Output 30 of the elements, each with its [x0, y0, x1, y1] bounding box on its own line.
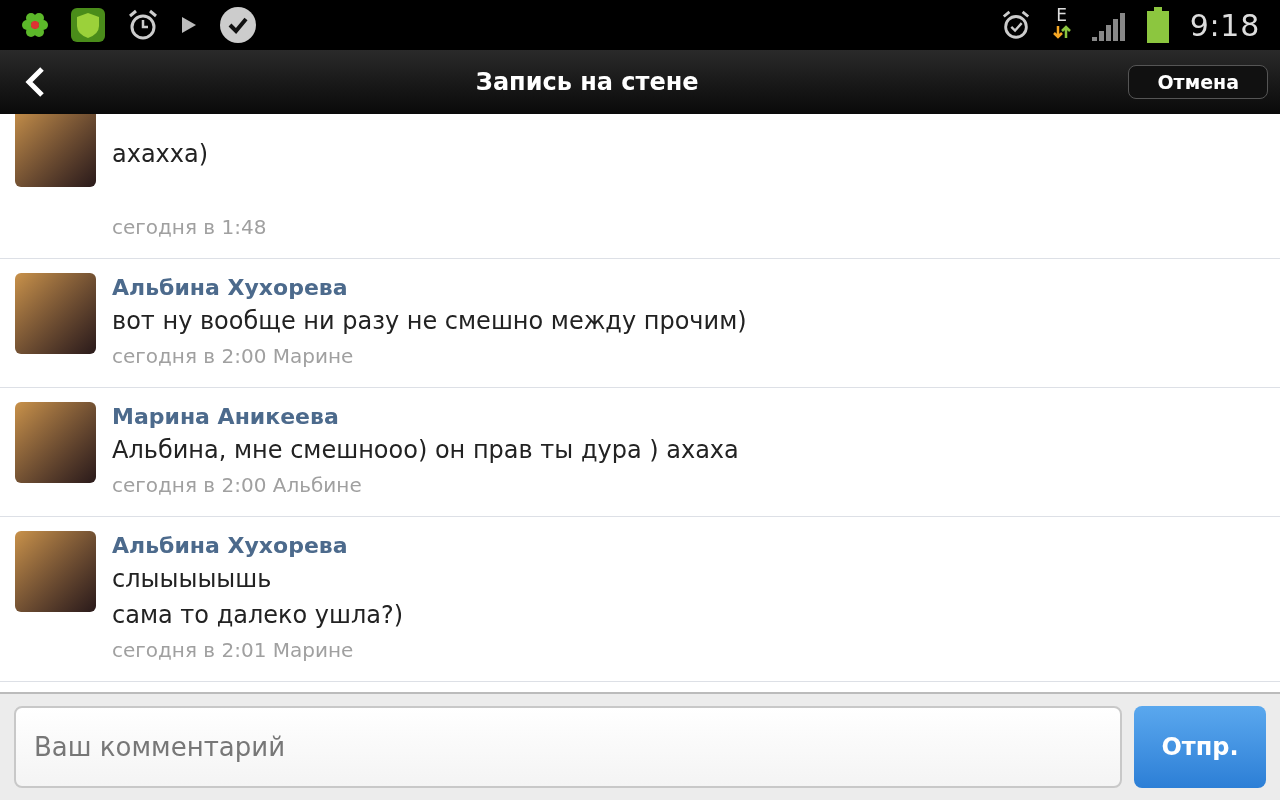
comment-time: сегодня в 1:48 [112, 214, 267, 241]
clock-time: 9:18 [1189, 6, 1260, 45]
network-type: E [1056, 6, 1067, 24]
flower-icon[interactable] [20, 10, 50, 40]
comment-text: ахахха) [112, 139, 210, 170]
avatar-placeholder[interactable] [15, 531, 96, 612]
comment-text: сама то далеко ушла?) [112, 600, 404, 631]
comment-text: Альбина, мне смешнооо) он прав ты дура ) ахаха [112, 435, 739, 466]
author-name[interactable]: Марина Аникеева [112, 402, 739, 432]
back-icon[interactable] [24, 66, 46, 98]
comment-time: сегодня в 2:00 Марине [112, 343, 355, 370]
comment-text: вот ну вообще ни разу не смешно между прочим) [112, 306, 747, 337]
data-arrows-icon [1051, 23, 1072, 40]
play-icon[interactable] [180, 15, 198, 35]
comment-text: слыыыыышь [112, 564, 273, 595]
avatar-placeholder[interactable] [15, 273, 96, 354]
comment-time: сегодня в 2:00 Альбине [112, 472, 363, 499]
comment-time: сегодня в 2:01 Марине [112, 637, 355, 664]
comment-input[interactable]: Ваш комментарий [14, 706, 1122, 788]
shield-icon[interactable] [70, 7, 106, 43]
send-button[interactable]: Отпр. [1134, 706, 1266, 788]
avatar-placeholder[interactable] [15, 402, 96, 483]
battery-icon [1145, 7, 1170, 43]
author-name[interactable]: Альбина Хухорева [112, 273, 747, 303]
alarm-clock-icon[interactable] [126, 8, 160, 42]
author-name[interactable]: Альбина Хухорева [112, 531, 404, 561]
avatar-placeholder[interactable] [15, 114, 96, 187]
cancel-button[interactable]: Отмена [1128, 64, 1268, 100]
check-bubble-icon[interactable] [218, 5, 258, 45]
page-title: Запись на стене [474, 67, 700, 98]
